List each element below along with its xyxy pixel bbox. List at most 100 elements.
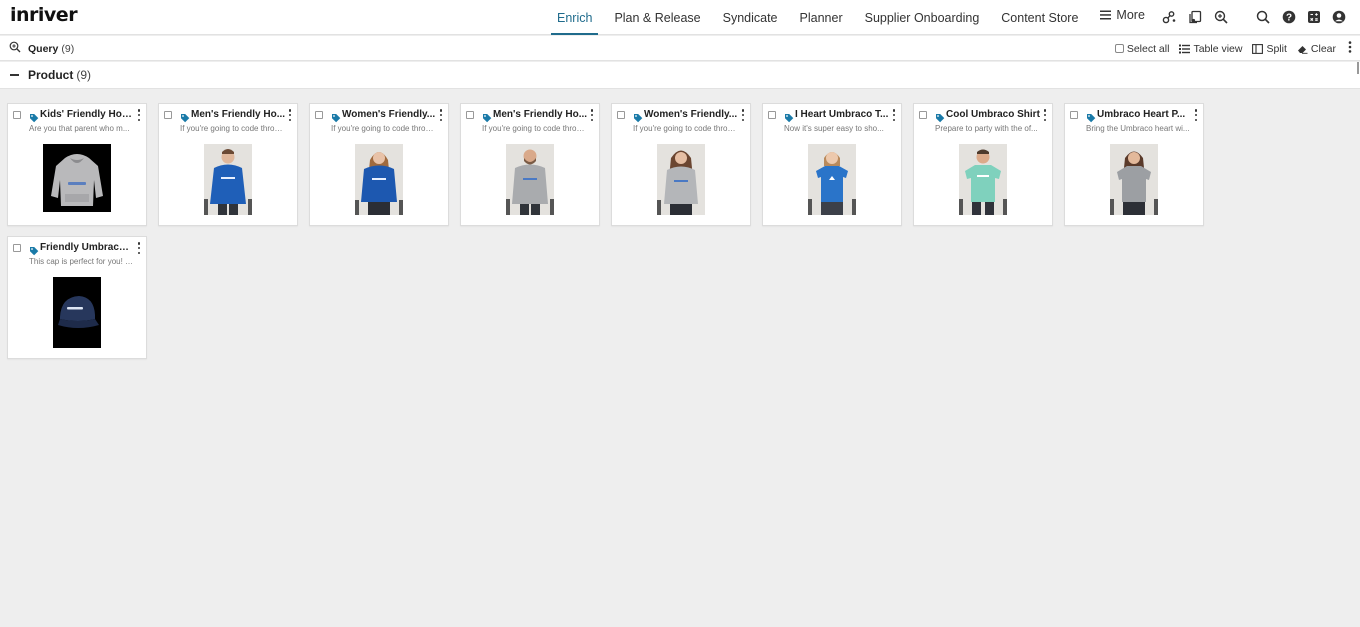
help-icon[interactable]: ? <box>1280 8 1298 26</box>
query-label: Query <box>28 42 59 55</box>
product-image[interactable] <box>43 144 111 212</box>
hamburger-icon <box>1100 10 1112 20</box>
card-description: This cap is perfect for you! It... <box>29 257 134 266</box>
product-image[interactable] <box>959 144 1007 215</box>
card-description: If you're going to code throu... <box>482 124 587 133</box>
card-description: Prepare to party with the of... <box>935 124 1038 133</box>
card-title[interactable]: Men's Friendly Ho... <box>191 109 286 120</box>
card-description: If you're going to code throu... <box>633 124 738 133</box>
nav-tab-syndicate[interactable]: Syndicate <box>712 0 789 35</box>
product-image[interactable] <box>53 277 101 348</box>
flows-icon[interactable] <box>1160 8 1178 26</box>
split-button[interactable]: Split <box>1252 42 1287 55</box>
product-image[interactable] <box>1110 144 1158 215</box>
product-section-header[interactable]: Product (9) <box>0 62 1360 89</box>
card-kebab-menu-icon[interactable] <box>1042 109 1048 121</box>
card-kebab-menu-icon[interactable] <box>287 109 293 121</box>
card-title[interactable]: Women's Friendly... <box>342 109 437 120</box>
table-view-label: Table view <box>1193 42 1243 55</box>
nav-tab-plan-release[interactable]: Plan & Release <box>603 0 711 35</box>
search-icon[interactable] <box>1254 8 1272 26</box>
section-title-label: Product <box>28 68 74 82</box>
card-checkbox[interactable] <box>13 111 21 119</box>
collapse-icon[interactable] <box>10 74 19 76</box>
product-card[interactable]: Men's Friendly Ho... If you're going to … <box>158 103 298 226</box>
nav-more-label: More <box>1116 7 1145 22</box>
nav-tab-supplier-onboarding[interactable]: Supplier Onboarding <box>854 0 991 35</box>
svg-text:?: ? <box>1286 13 1292 24</box>
card-title[interactable]: Women's Friendly... <box>644 109 739 120</box>
product-card[interactable]: Women's Friendly... If you're going to c… <box>309 103 449 226</box>
main-nav: Enrich Plan & Release Syndicate Planner … <box>546 0 1156 35</box>
card-title[interactable]: Kids' Friendly Hoo... <box>40 109 135 120</box>
kebab-menu-icon <box>1348 41 1352 56</box>
card-description: If you're going to code throu... <box>331 124 436 133</box>
card-kebab-menu-icon[interactable] <box>136 242 142 254</box>
select-all-checkbox[interactable]: Select all <box>1114 42 1170 55</box>
card-kebab-menu-icon[interactable] <box>438 109 444 121</box>
product-image[interactable] <box>204 144 252 215</box>
product-image[interactable] <box>506 144 554 215</box>
product-card[interactable]: Cool Umbraco Shirt Prepare to party with… <box>913 103 1053 226</box>
product-card[interactable]: Men's Friendly Ho... If you're going to … <box>460 103 600 226</box>
query-more-menu[interactable] <box>1348 41 1352 56</box>
product-card-grid: Kids' Friendly Hoo... Are you that paren… <box>7 103 1207 359</box>
card-checkbox[interactable] <box>768 111 776 119</box>
query-search-icon <box>9 41 21 56</box>
card-checkbox[interactable] <box>617 111 625 119</box>
card-kebab-menu-icon[interactable] <box>1193 109 1199 121</box>
nav-tab-enrich[interactable]: Enrich <box>546 0 603 35</box>
select-all-label: Select all <box>1126 42 1170 55</box>
card-description: Now it's super easy to sho... <box>784 124 884 133</box>
card-checkbox[interactable] <box>1070 111 1078 119</box>
nav-tab-planner[interactable]: Planner <box>789 0 854 35</box>
product-card[interactable]: Kids' Friendly Hoo... Are you that paren… <box>7 103 147 226</box>
list-icon <box>1179 44 1191 54</box>
card-title[interactable]: Men's Friendly Ho... <box>493 109 588 120</box>
product-image[interactable] <box>808 144 856 215</box>
top-navigation-bar: inriver Enrich Plan & Release Syndicate … <box>0 0 1360 35</box>
card-description: Bring the Umbraco heart wi... <box>1086 124 1190 133</box>
zoom-search-icon[interactable] <box>1212 8 1230 26</box>
product-image[interactable] <box>355 144 403 215</box>
section-title: Product (9) <box>28 68 91 82</box>
card-checkbox[interactable] <box>13 244 21 252</box>
product-image[interactable] <box>657 144 705 215</box>
split-view-icon <box>1252 43 1264 54</box>
query-summary[interactable]: Query (9) <box>9 41 74 56</box>
card-checkbox[interactable] <box>919 111 927 119</box>
user-icon[interactable] <box>1330 8 1348 26</box>
table-view-button[interactable]: Table view <box>1179 43 1242 55</box>
query-bar: Query (9) Select all Table view Split Cl… <box>0 36 1360 61</box>
card-kebab-menu-icon[interactable] <box>136 109 142 121</box>
product-card[interactable]: Women's Friendly... If you're going to c… <box>611 103 751 226</box>
card-title[interactable]: I Heart Umbraco T... <box>795 109 890 120</box>
query-count: (9) <box>61 42 75 55</box>
eraser-icon <box>1297 44 1308 54</box>
product-card[interactable]: Umbraco Heart P... Bring the Umbraco hea… <box>1064 103 1204 226</box>
card-title[interactable]: Friendly Umbraco ... <box>40 242 135 253</box>
card-kebab-menu-icon[interactable] <box>589 109 595 121</box>
card-description: Are you that parent who m... <box>29 124 130 133</box>
card-checkbox[interactable] <box>315 111 323 119</box>
notes-icon[interactable] <box>1186 8 1204 26</box>
card-kebab-menu-icon[interactable] <box>740 109 746 121</box>
card-title[interactable]: Umbraco Heart P... <box>1097 109 1192 120</box>
calculator-icon[interactable] <box>1305 8 1323 26</box>
clear-label: Clear <box>1310 42 1336 55</box>
product-card[interactable]: Friendly Umbraco ... This cap is perfect… <box>7 236 147 359</box>
card-title[interactable]: Cool Umbraco Shirt <box>946 109 1041 120</box>
scrollbar-thumb[interactable] <box>1357 62 1359 74</box>
card-checkbox[interactable] <box>466 111 474 119</box>
card-description: If you're going to code throu... <box>180 124 285 133</box>
checkbox-icon <box>1114 44 1124 53</box>
nav-more-menu[interactable]: More <box>1089 0 1155 32</box>
card-kebab-menu-icon[interactable] <box>891 109 897 121</box>
section-count: (9) <box>76 68 92 82</box>
split-label: Split <box>1266 42 1287 55</box>
clear-button[interactable]: Clear <box>1297 43 1336 55</box>
nav-tab-content-store[interactable]: Content Store <box>990 0 1089 35</box>
card-checkbox[interactable] <box>164 111 172 119</box>
app-logo[interactable]: inriver <box>10 4 78 26</box>
product-card[interactable]: I Heart Umbraco T... Now it's super easy… <box>762 103 902 226</box>
